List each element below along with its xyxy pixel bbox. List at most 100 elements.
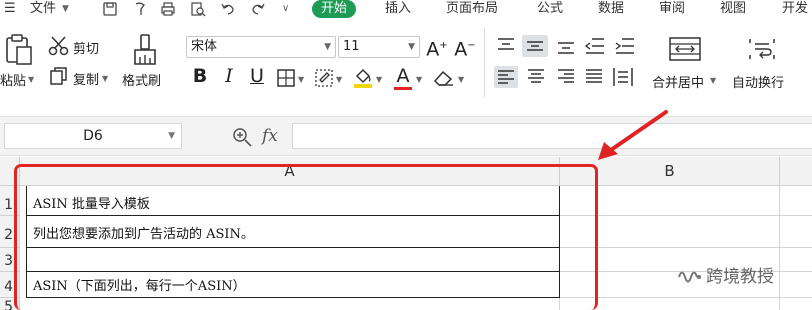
font-size-value: 11 [343,39,360,54]
column-header-a[interactable]: A [20,157,560,186]
copy-button[interactable]: 复制 [73,69,99,88]
formula-bar: D6 ▼ fx [0,116,812,156]
tab-developer[interactable]: 开发 [782,0,808,20]
menu-bar: ☰ 文件 ▼ ∨ 开始 插入 页面布局 公式 数据 审阅 视图 开发 [0,0,812,20]
border-icon[interactable] [276,68,296,88]
print-icon[interactable] [160,1,176,17]
wechat-channel-icon [678,271,701,283]
ribbon: 粘贴 ▼ 剪切 复制 ▼ 格式刷 宋体 ▼ 11 ▼ A+ A− B I U ▼… [0,20,812,116]
font-size-chevron-icon: ▼ [408,42,415,52]
format-painter-button[interactable]: 格式刷 [122,70,161,89]
font-name-value: 宋体 [191,39,218,54]
cell-a5[interactable] [26,298,560,310]
font-name-select[interactable]: 宋体 ▼ [186,36,336,58]
tab-home[interactable]: 开始 [312,0,357,18]
cell-c4[interactable] [780,272,812,298]
eraser-icon[interactable] [432,68,456,88]
file-menu-chevron-icon[interactable]: ▼ [62,0,69,20]
font-name-chevron-icon: ▼ [324,42,331,52]
font-color-chevron-icon[interactable]: ▼ [416,75,422,84]
tab-formulas[interactable]: 公式 [537,0,563,20]
cell-c2[interactable] [780,216,812,248]
cell-c3[interactable] [780,248,812,272]
font-color-swatch [394,87,412,90]
cut-button[interactable]: 剪切 [73,38,99,57]
cell-a2[interactable]: 列出您想要添加到广告活动的 ASIN。 [26,216,560,248]
tab-page-layout[interactable]: 页面布局 [446,0,498,20]
decrease-indent-icon[interactable] [584,37,606,55]
insert-function-button[interactable]: fx [262,126,278,146]
tab-view[interactable]: 视图 [720,0,746,20]
wrap-text-icon[interactable] [747,36,777,62]
watermark: 跨境教授 [676,262,774,288]
eraser-chevron-icon[interactable]: ▼ [458,75,464,84]
align-right-icon[interactable] [556,68,576,86]
fill-color-swatch [354,84,372,88]
paste-button[interactable]: 粘贴 [0,70,26,89]
shrink-font-button[interactable]: A− [454,34,476,61]
zoom-formula-icon[interactable] [232,127,254,147]
align-bottom-icon[interactable] [556,37,576,55]
cell-a1[interactable]: ASIN 批量导入模板 [26,186,560,216]
paste-icon[interactable] [4,34,34,66]
row-header-4[interactable]: 4 [0,272,20,298]
justify-icon[interactable] [584,68,604,86]
merge-center-icon[interactable] [668,36,702,62]
align-middle-icon[interactable] [522,35,548,57]
copy-chevron-icon[interactable]: ▼ [102,74,108,83]
font-color-letter: A [396,65,410,87]
cell-b5[interactable] [560,298,780,310]
distributed-align-icon[interactable] [612,66,634,88]
grow-font-letter: A [426,38,440,61]
cell-style-chevron-icon[interactable]: ▼ [336,75,342,84]
name-box[interactable]: D6 ▼ [4,123,182,149]
row-header-2[interactable]: 2 [0,216,20,248]
bold-button[interactable]: B [189,64,211,88]
tab-data[interactable]: 数据 [598,0,624,20]
formula-input[interactable] [292,123,812,149]
merge-center-chevron-icon[interactable]: ▼ [710,76,716,85]
format-painter-icon[interactable] [132,34,158,66]
print-preview-icon[interactable] [190,1,206,17]
align-left-icon[interactable] [494,66,518,88]
cell-a4[interactable]: ASIN（下面列出，每行一个ASIN） [26,272,560,298]
fill-color-chevron-icon[interactable]: ▼ [376,75,382,84]
column-header-c[interactable] [780,157,812,186]
undo-icon[interactable] [220,1,236,17]
watermark-text: 跨境教授 [706,267,774,287]
hamburger-icon[interactable]: ☰ [4,0,16,20]
fill-color-icon[interactable] [352,66,374,88]
align-center-icon[interactable] [526,68,546,86]
align-top-icon[interactable] [496,37,516,55]
cell-b2[interactable] [560,216,780,248]
tab-review[interactable]: 审阅 [659,0,685,20]
cell-style-icon[interactable] [314,68,334,88]
save-icon[interactable] [102,1,118,17]
tab-insert[interactable]: 插入 [385,0,411,20]
select-all-corner[interactable] [0,157,20,186]
wrap-text-button[interactable]: 自动换行 [732,72,784,91]
file-menu[interactable]: 文件 [30,0,56,20]
quick-access-more-chevron-icon[interactable]: ∨ [282,0,289,20]
cell-b1[interactable] [560,186,780,216]
cell-c1[interactable] [780,186,812,216]
increase-indent-icon[interactable] [614,37,636,55]
redo-icon[interactable] [250,1,266,17]
row-header-1[interactable]: 1 [0,186,20,216]
paste-chevron-icon[interactable]: ▼ [28,75,34,84]
row-header-5[interactable]: 5 [0,298,20,310]
border-chevron-icon[interactable]: ▼ [298,75,304,84]
scissors-icon[interactable] [48,35,70,57]
grow-font-button[interactable]: A+ [426,34,448,61]
font-size-select[interactable]: 11 ▼ [338,36,420,58]
merge-center-button[interactable]: 合并居中 [652,72,704,91]
cell-a3[interactable] [26,248,560,272]
ribbon-divider [484,28,485,98]
copy-icon[interactable] [49,66,69,86]
name-box-value: D6 [83,128,103,144]
italic-button[interactable]: I [218,64,240,88]
underline-button[interactable]: U [246,64,268,88]
row-header-3[interactable]: 3 [0,248,20,272]
column-header-b[interactable]: B [560,157,780,186]
format-brush-quick-icon[interactable] [132,1,148,17]
